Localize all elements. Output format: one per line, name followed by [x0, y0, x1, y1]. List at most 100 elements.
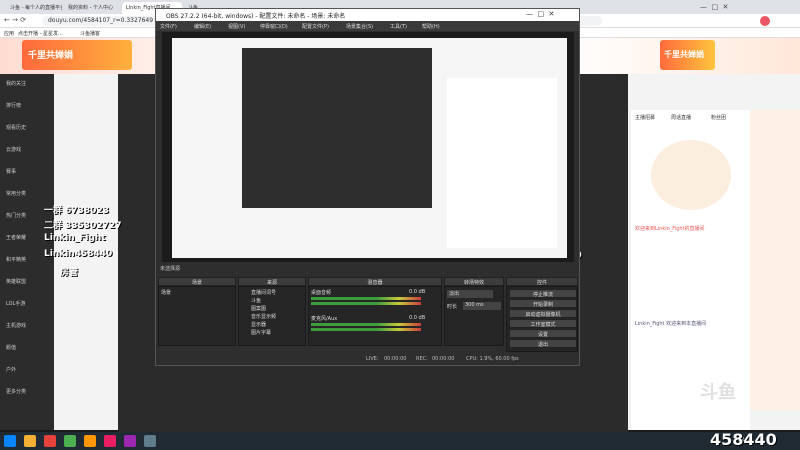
- audio-meter: [311, 302, 421, 305]
- transition-select[interactable]: 淡出: [447, 290, 493, 298]
- sidebar-item[interactable]: 热门分类: [6, 212, 26, 219]
- overlay-name: Linkin_Fight: [44, 233, 106, 243]
- cpu-fps: CPU: 1.9%, 60.00 fps: [466, 356, 519, 362]
- live-time: 00:00:00: [384, 356, 407, 362]
- mixer-track-db: 0.0 dB: [409, 289, 426, 295]
- sidebar-item[interactable]: 我的关注: [6, 80, 26, 87]
- sidebar-item[interactable]: 排行榜: [6, 102, 21, 109]
- window-controls[interactable]: — □ ✕: [700, 3, 728, 11]
- profile-avatar[interactable]: [760, 16, 770, 26]
- obs-taskbar-icon[interactable]: [144, 435, 156, 447]
- menu-help[interactable]: 帮助(H): [422, 23, 440, 30]
- controls-header: 控件: [506, 277, 578, 286]
- no-source-label: 未选择源: [160, 266, 181, 272]
- settings-button[interactable]: 设置: [509, 329, 577, 338]
- windows-taskbar: 22:0: [0, 432, 800, 450]
- source-item[interactable]: 直播间词号: [251, 289, 276, 296]
- menu-scene-collection[interactable]: 场景集合(S): [346, 23, 373, 30]
- obs-status-bar: LIVE: 00:00:00 REC: 00:00:00 CPU: 1.9%, …: [156, 353, 579, 365]
- obs-window[interactable]: OBS 27.2.2 (64-bit, windows) - 配置文件: 未命名…: [155, 8, 580, 366]
- sidebar-item[interactable]: 更多分类: [6, 388, 26, 395]
- start-recording-button[interactable]: 开始录制: [509, 299, 577, 308]
- mixer-track-name: 桌面音频: [311, 290, 332, 296]
- right-tab[interactable]: 粉丝团: [711, 114, 726, 121]
- sidebar-item[interactable]: 常用分类: [6, 190, 26, 197]
- scene-item[interactable]: 场景: [161, 289, 171, 296]
- menu-tools[interactable]: 工具(T): [390, 23, 407, 30]
- scenes-panel: 场景: [158, 286, 236, 346]
- douyu-watermark-logo: 斗鱼: [700, 382, 736, 403]
- bookmark-item[interactable]: 应用: [4, 30, 14, 37]
- right-ad-column: [750, 110, 800, 410]
- nested-obs: [242, 48, 432, 208]
- obs-preview[interactable]: [162, 32, 574, 262]
- chat-message: Linkin_Fight 欢迎来到本直播间: [635, 321, 707, 327]
- bookmark-item[interactable]: 斗鱼播客: [80, 30, 100, 37]
- mascot-image: [651, 140, 731, 210]
- menu-profile[interactable]: 配置文件(P): [302, 23, 329, 30]
- exit-button[interactable]: 退出: [509, 339, 577, 348]
- source-item[interactable]: 斗鱼: [251, 297, 261, 304]
- app-icon[interactable]: [124, 435, 136, 447]
- browser-tab[interactable]: 我的资料 - 个人中心: [64, 2, 120, 14]
- transitions-panel: 淡出 时长 300 ms: [444, 286, 504, 346]
- rec-label: REC:: [416, 356, 428, 362]
- sources-panel: 直播间词号 斗鱼 图案图 音乐显示频 显示器 图片字幕: [238, 286, 306, 346]
- sidebar-item[interactable]: 主机游戏: [6, 322, 26, 329]
- chrome-icon[interactable]: [24, 435, 36, 447]
- app-icon[interactable]: [104, 435, 116, 447]
- scenes-header: 场景: [158, 277, 236, 286]
- app-icon[interactable]: [44, 435, 56, 447]
- source-item[interactable]: 显示器: [251, 321, 266, 328]
- right-tab[interactable]: 周话直播: [671, 114, 691, 121]
- sidebar-item[interactable]: 英雄联盟: [6, 278, 26, 285]
- room-id-watermark: 458440: [710, 430, 777, 449]
- duration-input[interactable]: 300 ms: [463, 302, 501, 310]
- virtual-camera-button[interactable]: 启动虚拟摄像机: [509, 309, 577, 318]
- mixer-header: 混音器: [308, 277, 442, 286]
- source-item[interactable]: 音乐显示频: [251, 313, 276, 320]
- browser-tab[interactable]: 斗鱼 - 每个人的直播平台: [6, 2, 62, 14]
- overlay-group1: 一群 6738023: [44, 206, 109, 216]
- menu-docks[interactable]: 停靠窗口(D): [260, 23, 288, 30]
- source-item[interactable]: 图片字幕: [251, 329, 271, 336]
- live-label: LIVE:: [366, 356, 379, 362]
- app-icon[interactable]: [84, 435, 96, 447]
- studio-mode-button[interactable]: 工作室模式: [509, 319, 577, 328]
- overlay-admin: 房管: [60, 268, 79, 278]
- menu-file[interactable]: 文件(F): [160, 23, 177, 30]
- overlay-group2: 二群 335302727: [44, 221, 122, 231]
- sidebar-item[interactable]: 云游戏: [6, 146, 21, 153]
- obs-window-controls[interactable]: — □ ✕: [526, 10, 554, 18]
- sidebar-item[interactable]: 户外: [6, 366, 16, 373]
- sidebar-item[interactable]: 观看历史: [6, 124, 26, 131]
- mixer-panel: 桌面音频 0.0 dB 麦克风/Aux 0.0 dB: [308, 286, 442, 346]
- sidebar-item[interactable]: 赛事: [6, 168, 16, 175]
- menu-view[interactable]: 视图(V): [228, 23, 245, 30]
- sources-header: 来源: [238, 277, 306, 286]
- douyu-banner-right[interactable]: 千里共婵娟: [660, 40, 715, 70]
- app-icon[interactable]: [64, 435, 76, 447]
- bookmark-item[interactable]: 点击开播 - 星星发...: [18, 30, 63, 37]
- back-forward-icon[interactable]: ← → ⟳: [4, 16, 26, 24]
- overlay-id: Linkin458440: [44, 249, 113, 259]
- nested-chat: [447, 78, 557, 248]
- mixer-track-db: 0.0 dB: [409, 315, 426, 321]
- chat-notice: 欢迎来到Linkin_Fight的直播间: [635, 226, 705, 232]
- audio-meter: [311, 323, 421, 326]
- stop-streaming-button[interactable]: 停止推流: [509, 289, 577, 298]
- menu-edit[interactable]: 编辑(E): [194, 23, 211, 30]
- transitions-header: 转场特效: [444, 277, 504, 286]
- right-tab[interactable]: 主播招募: [635, 114, 655, 121]
- mixer-track-name: 麦克风/Aux: [311, 316, 338, 322]
- douyu-banner[interactable]: 千里共婵娟: [22, 40, 132, 70]
- source-item[interactable]: 图案图: [251, 305, 266, 312]
- sidebar-item[interactable]: 颜值: [6, 344, 16, 351]
- obs-menu-bar: 文件(F) 编辑(E) 视图(V) 停靠窗口(D) 配置文件(P) 场景集合(S…: [156, 21, 579, 31]
- sidebar-item[interactable]: 和平精英: [6, 256, 26, 263]
- sidebar-item[interactable]: 王者荣耀: [6, 234, 26, 241]
- preview-capture: [172, 38, 567, 258]
- audio-meter: [311, 328, 421, 331]
- sidebar-item[interactable]: LOL手游: [6, 300, 25, 307]
- windows-start-icon[interactable]: [4, 435, 16, 447]
